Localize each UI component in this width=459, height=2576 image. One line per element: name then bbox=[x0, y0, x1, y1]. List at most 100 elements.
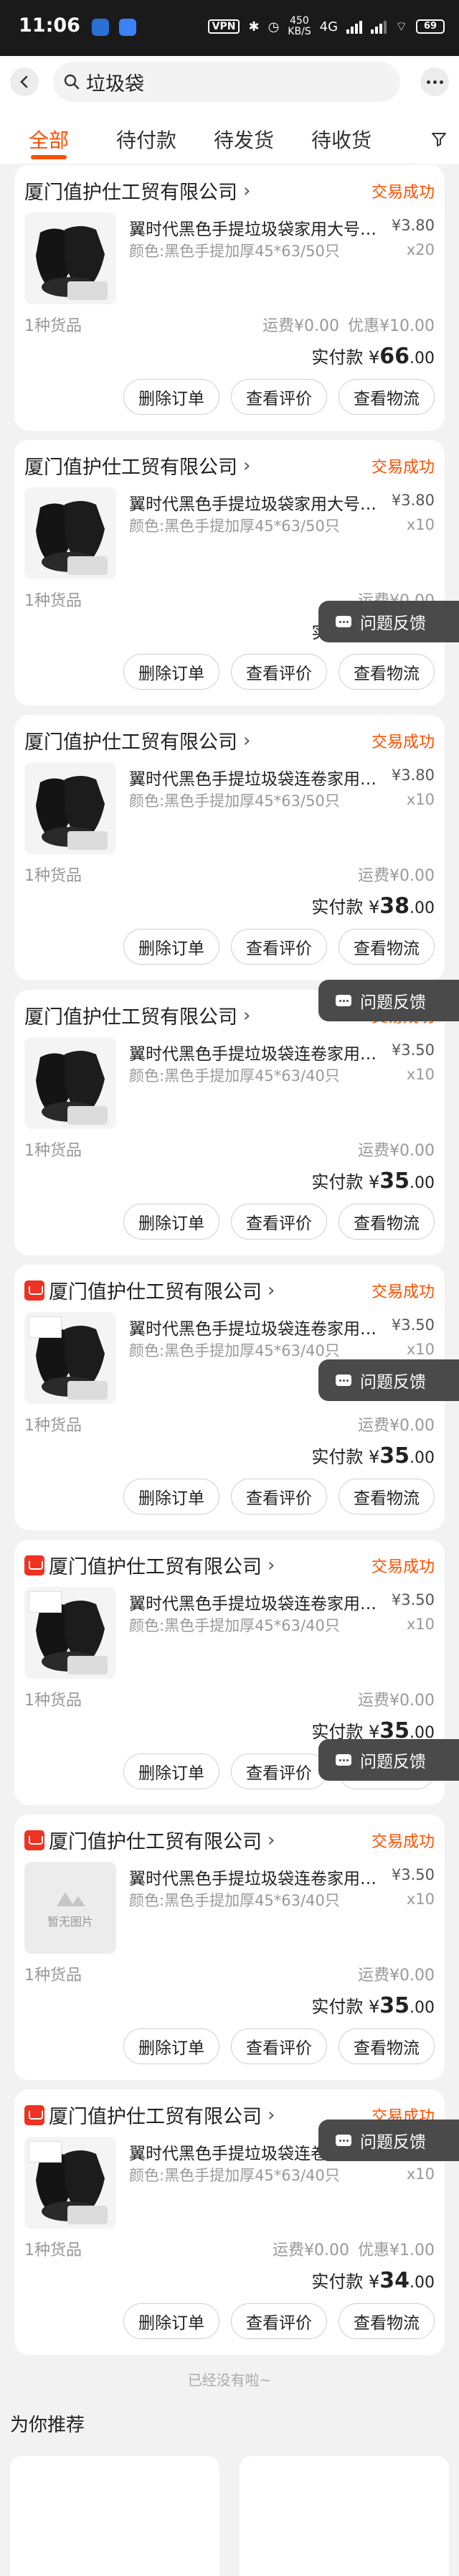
product-thumbnail[interactable] bbox=[24, 487, 116, 579]
chat-bubble-icon bbox=[336, 1374, 351, 1386]
shop-name-link[interactable]: 厦门值护仕工贸有限公司 › bbox=[24, 1826, 275, 1854]
shop-name-link[interactable]: 厦门值护仕工贸有限公司 › bbox=[24, 1551, 275, 1579]
view-logistics-button[interactable]: 查看物流 bbox=[339, 929, 435, 965]
item-count: 1种货品 bbox=[24, 867, 82, 885]
product-title[interactable]: 翼时代黑色手提垃圾袋连卷家用… bbox=[129, 1590, 380, 1614]
tab-pending-receipt[interactable]: 待收货 bbox=[293, 115, 390, 164]
view-review-button[interactable]: 查看评价 bbox=[231, 379, 327, 415]
view-review-button[interactable]: 查看评价 bbox=[231, 654, 327, 690]
order-card[interactable]: 厦门值护仕工贸有限公司 › 交易成功 翼时代黑色手提垃圾袋家用大号… 颜色:黑色手提加厚… bbox=[14, 440, 445, 706]
delete-order-button[interactable]: 删除订单 bbox=[123, 929, 219, 965]
product-spec: 颜色:黑色手提加厚45*63/40只 bbox=[129, 1342, 340, 1359]
trash-bag-image-icon bbox=[24, 487, 116, 579]
item-count: 1种货品 bbox=[24, 1417, 82, 1435]
more-button[interactable] bbox=[420, 67, 449, 96]
paid-label: 实付款 bbox=[311, 1447, 364, 1467]
paid-integer: 35 bbox=[379, 1993, 410, 2018]
feedback-button[interactable]: 问题反馈 bbox=[318, 2120, 459, 2161]
product-title[interactable]: 翼时代黑色手提垃圾袋连卷家用… bbox=[129, 1315, 380, 1339]
paid-currency: ¥ bbox=[368, 1997, 380, 2017]
order-card[interactable]: 厦门值护仕工贸有限公司›交易成功翼时代黑色手提垃圾袋连卷家用…颜色:黑色手提加厚… bbox=[14, 990, 445, 1255]
product-title[interactable]: 翼时代黑色手提垃圾袋家用大号… bbox=[129, 215, 380, 240]
shop-name: 厦门值护仕工贸有限公司 bbox=[49, 1281, 262, 1303]
back-button[interactable] bbox=[10, 67, 39, 96]
order-status: 交易成功 bbox=[371, 734, 435, 751]
view-logistics-button[interactable]: 查看物流 bbox=[339, 2028, 435, 2064]
paid-label: 实付款 bbox=[311, 2272, 364, 2292]
view-review-button[interactable]: 查看评价 bbox=[231, 2303, 327, 2339]
product-title[interactable]: 翼时代黑色手提垃圾袋连卷家用… bbox=[129, 765, 380, 790]
view-review-button[interactable]: 查看评价 bbox=[231, 1204, 327, 1240]
view-logistics-button[interactable]: 查看物流 bbox=[339, 1204, 435, 1240]
tab-all[interactable]: 全部 bbox=[0, 115, 98, 164]
feedback-button[interactable]: 问题反馈 bbox=[318, 1359, 459, 1401]
view-logistics-button[interactable]: 查看物流 bbox=[339, 654, 435, 690]
recommend-section: 为你推荐 bbox=[0, 2397, 459, 2576]
product-thumbnail[interactable] bbox=[24, 2137, 116, 2229]
delete-order-button[interactable]: 删除订单 bbox=[123, 2028, 219, 2064]
feedback-button[interactable]: 问题反馈 bbox=[318, 1739, 459, 1781]
shop-name: 厦门值护仕工贸有限公司 bbox=[24, 456, 237, 479]
vpn-badge: VPN bbox=[207, 19, 240, 34]
shop-name-link[interactable]: 厦门值护仕工贸有限公司 › bbox=[24, 1001, 250, 1029]
shop-name-link[interactable]: 厦门值护仕工贸有限公司 › bbox=[24, 2101, 275, 2129]
feedback-label: 问题反馈 bbox=[360, 993, 426, 1012]
view-logistics-button[interactable]: 查看物流 bbox=[339, 379, 435, 415]
product-thumbnail[interactable] bbox=[24, 762, 116, 854]
filter-button[interactable] bbox=[419, 115, 459, 164]
product-thumbnail[interactable] bbox=[24, 212, 116, 304]
delete-order-button[interactable]: 删除订单 bbox=[123, 654, 219, 690]
view-review-button[interactable]: 查看评价 bbox=[231, 1479, 327, 1514]
paid-currency: ¥ bbox=[368, 2272, 380, 2292]
feedback-button[interactable]: 问题反馈 bbox=[318, 601, 459, 642]
product-thumbnail[interactable] bbox=[24, 1312, 116, 1404]
view-logistics-button[interactable]: 查看物流 bbox=[339, 2303, 435, 2339]
product-thumbnail[interactable]: 暂无图片 bbox=[24, 1862, 116, 1954]
order-status: 交易成功 bbox=[371, 1833, 435, 1851]
chevron-left-icon bbox=[20, 75, 28, 88]
delete-order-button[interactable]: 删除订单 bbox=[123, 1204, 219, 1240]
chevron-right-icon: › bbox=[268, 1554, 275, 1576]
product-title[interactable]: 翼时代黑色手提垃圾袋家用大号… bbox=[129, 490, 380, 515]
delete-order-button[interactable]: 删除订单 bbox=[123, 2303, 219, 2339]
filter-icon bbox=[432, 133, 446, 146]
order-actions: 删除订单查看评价查看物流 bbox=[123, 654, 435, 690]
order-card[interactable]: 厦门值护仕工贸有限公司 › 交易成功 翼时代黑色手提垃圾袋家用大号… 颜色:黑色手提加厚… bbox=[14, 165, 445, 431]
feedback-button[interactable]: 问题反馈 bbox=[318, 980, 459, 1021]
view-review-button[interactable]: 查看评价 bbox=[231, 2028, 327, 2064]
view-logistics-button[interactable]: 查看物流 bbox=[339, 1479, 435, 1514]
order-card[interactable]: 厦门值护仕工贸有限公司 › 交易成功 暂无图片 翼时代黑色手提垃圾袋连卷家用… 颜色:黑色… bbox=[14, 1814, 445, 2080]
shipping-fee: 运费¥0.00 bbox=[262, 317, 340, 335]
shop-name-link[interactable]: 厦门值护仕工贸有限公司 › bbox=[24, 726, 250, 754]
item-count: 1种货品 bbox=[24, 1142, 82, 1160]
chat-bubble-icon bbox=[336, 2135, 351, 2146]
view-review-button[interactable]: 查看评价 bbox=[231, 1753, 327, 1789]
delete-order-button[interactable]: 删除订单 bbox=[123, 379, 219, 415]
delete-order-button[interactable]: 删除订单 bbox=[123, 1479, 219, 1514]
order-status: 交易成功 bbox=[371, 459, 435, 477]
search-query: 垃圾袋 bbox=[86, 72, 144, 95]
product-thumbnail[interactable] bbox=[24, 1037, 116, 1129]
search-bar[interactable]: 垃圾袋 bbox=[53, 62, 400, 102]
shop-name-link[interactable]: 厦门值护仕工贸有限公司 › bbox=[24, 1276, 275, 1304]
product-spec: 颜色:黑色手提加厚45*63/40只 bbox=[129, 2167, 340, 2184]
shipping-fee: 运费¥0.00 bbox=[358, 1692, 435, 1710]
product-title[interactable]: 翼时代黑色手提垃圾袋连卷家用… bbox=[129, 1865, 380, 1889]
product-spec: 颜色:黑色手提加厚45*63/50只 bbox=[129, 243, 340, 260]
paid-label: 实付款 bbox=[311, 897, 364, 917]
tab-pending-payment[interactable]: 待付款 bbox=[98, 115, 195, 164]
recommend-card[interactable] bbox=[10, 2456, 219, 2576]
product-thumbnail[interactable] bbox=[24, 1587, 116, 1679]
product-title[interactable]: 翼时代黑色手提垃圾袋连卷家用… bbox=[129, 1040, 380, 1064]
delete-order-button[interactable]: 删除订单 bbox=[123, 1753, 219, 1789]
order-card[interactable]: 厦门值护仕工贸有限公司›交易成功翼时代黑色手提垃圾袋连卷家用…颜色:黑色手提加厚… bbox=[14, 715, 445, 980]
tab-pending-shipment[interactable]: 待发货 bbox=[195, 115, 293, 164]
fees-row: 运费¥0.00 bbox=[358, 1962, 435, 1985]
shop-name-link[interactable]: 厦门值护仕工贸有限公司 › bbox=[24, 177, 250, 205]
discount-text: 优惠¥1.00 bbox=[358, 2242, 435, 2259]
paid-currency: ¥ bbox=[368, 1447, 380, 1467]
quantity: x10 bbox=[406, 1616, 435, 1633]
shop-name-link[interactable]: 厦门值护仕工贸有限公司 › bbox=[24, 451, 250, 479]
view-review-button[interactable]: 查看评价 bbox=[231, 929, 327, 965]
recommend-card[interactable] bbox=[240, 2456, 449, 2576]
